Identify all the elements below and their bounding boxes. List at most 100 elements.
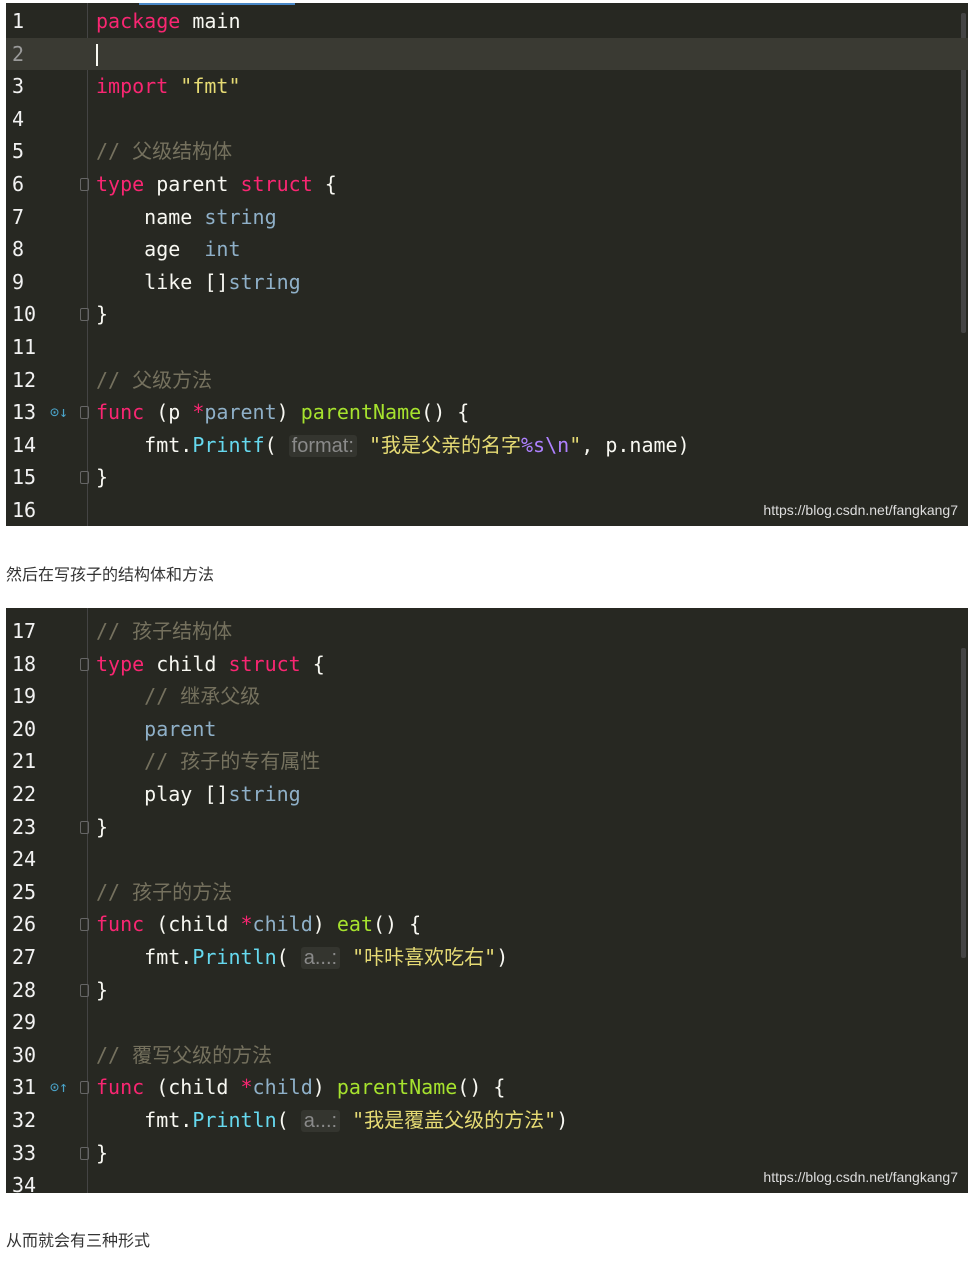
code-line: 25 // 孩子的方法: [6, 876, 968, 909]
code-token: Println: [192, 945, 277, 969]
fold-icon[interactable]: [80, 178, 89, 191]
code-line: 29: [6, 1006, 968, 1039]
code-line: 24: [6, 843, 968, 876]
line-number: 32: [12, 1108, 37, 1132]
code-token: () {: [421, 400, 470, 425]
code-screenshot-1: https://blog.csdn.net/fangkang7 1 package…: [6, 3, 968, 526]
line-number: 19: [12, 684, 37, 709]
fold-icon[interactable]: [80, 471, 89, 485]
code-token: parent: [204, 400, 277, 425]
line-number: 15: [12, 465, 37, 490]
code-text: play []string: [96, 778, 301, 811]
line-number: 13: [12, 400, 37, 425]
code-line: 10}: [6, 298, 968, 331]
parameter-hint: a...:: [300, 1110, 341, 1132]
fold-icon[interactable]: [80, 657, 89, 671]
code-token: type: [96, 172, 145, 196]
code-token: func: [96, 912, 145, 937]
code-token: age: [96, 237, 205, 262]
line-number: 29: [12, 1010, 37, 1035]
code-token: parentName: [300, 400, 422, 425]
paragraph: 然后在写孩子的结构体和方法: [6, 565, 215, 584]
code-text: // 父级结构体: [96, 135, 232, 168]
code-token: // 孩子结构体: [96, 619, 233, 643]
code-token: (p: [144, 400, 193, 425]
code-token: *: [240, 1075, 253, 1100]
code-line: 2: [6, 37, 968, 71]
code-token: parent: [96, 716, 217, 741]
fold-icon[interactable]: [80, 820, 89, 834]
parameter-hint: format:: [288, 434, 357, 457]
code-token: // 父级方法: [96, 367, 213, 392]
fold-icon[interactable]: [80, 406, 89, 420]
code-line: 18 type child struct {: [6, 648, 968, 681]
code-token: (: [276, 1108, 301, 1132]
code-token: string: [204, 204, 277, 229]
code-token: }: [96, 977, 109, 1002]
fold-icon[interactable]: [80, 983, 89, 997]
fold-icon[interactable]: [80, 308, 89, 322]
code-token: play []: [96, 782, 229, 806]
code-text: like []string: [96, 266, 301, 299]
line-number: 6: [12, 172, 25, 196]
code-token: }: [96, 302, 109, 327]
code-text: type parent struct {: [96, 168, 337, 201]
code-token: (child: [144, 1075, 241, 1100]
code-token: ): [496, 945, 509, 969]
code-text: parent: [96, 713, 216, 746]
parameter-hint: a...:: [300, 947, 341, 969]
line-number: 3: [12, 74, 25, 99]
fold-icon[interactable]: [80, 918, 89, 932]
line-number: 4: [12, 106, 25, 131]
code-token: eat: [336, 912, 373, 937]
code-token: struct: [240, 172, 313, 196]
code-token: package: [96, 9, 181, 33]
code-token: %s\n: [521, 432, 570, 457]
code-line: 19 // 继承父级: [6, 680, 968, 713]
code-line: 5 // 父级结构体: [6, 135, 968, 168]
code-text: }: [96, 974, 108, 1007]
paragraph: 从而就会有三种形式: [6, 1231, 151, 1250]
line-number: 25: [12, 879, 37, 904]
code-token: struct: [228, 651, 301, 676]
code-line: 28}: [6, 974, 968, 1007]
code-token: int: [204, 237, 241, 262]
code-token: "我是父亲的名字: [368, 432, 522, 457]
code-line: 1 package main: [6, 5, 968, 38]
line-number: 18: [12, 651, 37, 676]
code-token: (: [264, 432, 289, 457]
code-line: 4: [6, 103, 968, 136]
code-text: func (p *parent) parentName() {: [96, 396, 469, 429]
code-token: "咔咔喜欢吃右": [352, 945, 497, 969]
code-token: parent: [144, 172, 241, 196]
implemented-down-icon[interactable]: ⊙↓: [50, 396, 68, 429]
fold-icon[interactable]: [80, 1081, 89, 1095]
code-token: ": [569, 432, 582, 457]
code-token: child: [252, 912, 313, 937]
code-token: () {: [457, 1075, 506, 1100]
code-line: 12 // 父级方法: [6, 364, 968, 397]
code-line: 3 import "fmt": [6, 70, 968, 103]
code-line: 8 age int: [6, 233, 968, 266]
code-text: // 继承父级: [96, 680, 260, 713]
code-token: fmt.: [96, 1108, 193, 1132]
code-text: }: [96, 811, 108, 844]
code-text: func (child *child) eat() {: [96, 908, 421, 941]
code-text: import "fmt": [96, 70, 241, 103]
code-text: // 孩子结构体: [96, 615, 232, 648]
line-number: 30: [12, 1042, 37, 1067]
fold-icon[interactable]: [80, 1146, 89, 1160]
code-line: 16: [6, 494, 968, 526]
code-token: string: [228, 269, 301, 294]
overrides-up-icon[interactable]: ⊙↑: [50, 1071, 68, 1104]
code-text: func (child *child) parentName() {: [96, 1071, 505, 1104]
code-token: child: [144, 651, 229, 676]
code-token: main: [180, 9, 241, 33]
line-number: 31: [12, 1075, 37, 1100]
line-number: 1: [12, 9, 25, 33]
code-text: }: [96, 298, 108, 331]
